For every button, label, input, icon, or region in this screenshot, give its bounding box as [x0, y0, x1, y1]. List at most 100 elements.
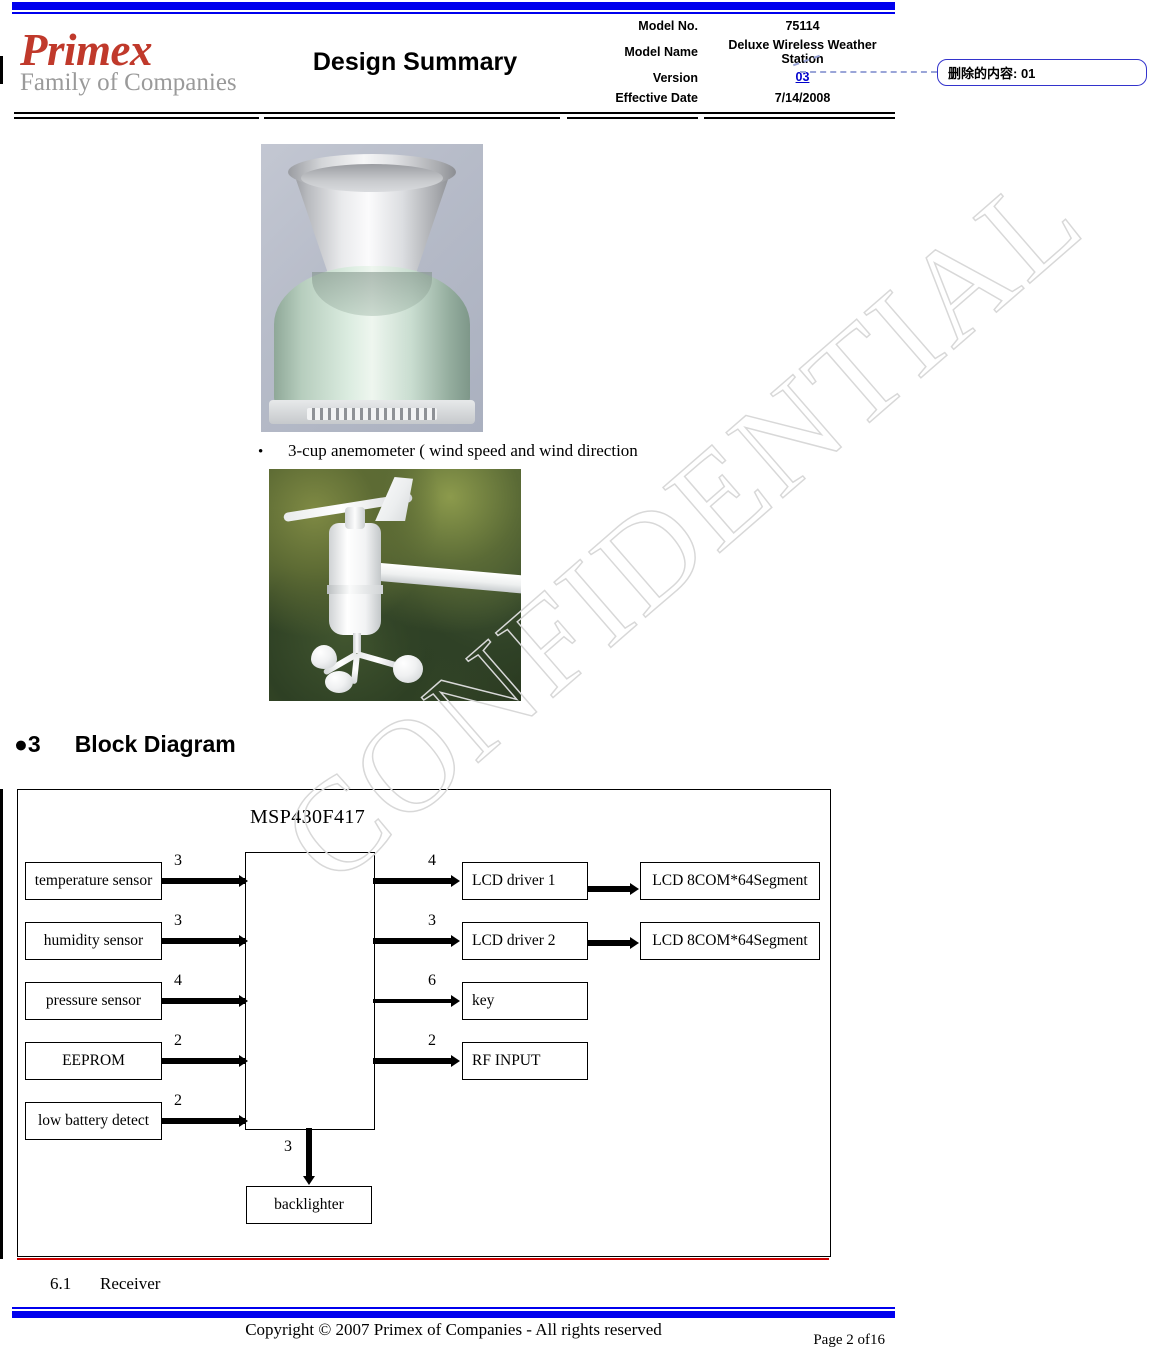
block-lcd-driver-2: LCD driver 2 [462, 922, 588, 960]
anemometer-photo-image [269, 469, 521, 701]
bus-width-lcd-driver-1: 4 [428, 852, 436, 869]
logo-tagline: Family of Companies [20, 68, 237, 96]
footer-accent-bar-thin [12, 1307, 895, 1309]
document-title-text: Design Summary [312, 47, 518, 76]
bus-width-rf-input: 2 [428, 1032, 436, 1049]
wire-mcu-to-backlighter [306, 1128, 312, 1180]
wire-low-battery-to-mcu [162, 1118, 245, 1124]
arrow-mcu-to-lcd-driver-1 [451, 875, 460, 887]
arrow-low-battery-to-mcu [239, 1115, 248, 1127]
rain-gauge-base [274, 266, 470, 412]
block-lcd-8com-64segment-1: LCD 8COM*64Segment [640, 862, 820, 900]
arrow-temperature-to-mcu [239, 875, 248, 887]
block-low-battery-detect-label: low battery detect [37, 1112, 150, 1129]
block-key-label: key [472, 992, 495, 1009]
wire-pressure-to-mcu [162, 998, 245, 1004]
block-temperature-sensor: temperature sensor [25, 862, 162, 900]
anemometer-bullet-item: • 3-cup anemometer ( wind speed and wind… [258, 441, 638, 461]
block-temperature-sensor-label: temperature sensor [34, 872, 153, 889]
block-rf-input-label: RF INPUT [472, 1052, 541, 1069]
arrow-mcu-to-rf-input [451, 1055, 460, 1067]
header-rule-segment-1 [14, 117, 259, 119]
footer-accent-bar [12, 1311, 895, 1318]
bullet-point-icon: • [258, 444, 264, 460]
meta-label-effective-date: Effective Date [615, 90, 698, 105]
block-lcd-8com-64segment-1-label: LCD 8COM*64Segment [652, 872, 808, 889]
change-bar-diagram [0, 789, 3, 1259]
header-rule-segment-2 [264, 117, 560, 119]
block-lcd-driver-1-label: LCD driver 1 [472, 872, 556, 889]
rain-gauge-base-notch [312, 272, 432, 316]
arrow-mcu-to-lcd-driver-2 [451, 935, 460, 947]
subsection-receiver: 6.1 Receiver [50, 1274, 160, 1294]
bus-width-lcd-driver-2: 3 [428, 912, 436, 929]
block-pressure-sensor: pressure sensor [25, 982, 162, 1020]
mcu-box [245, 852, 375, 1130]
anemometer-body [329, 523, 381, 635]
block-lcd-8com-64segment-2: LCD 8COM*64Segment [640, 922, 820, 960]
arrow-lcd-driver-2-to-display [630, 937, 639, 949]
rain-gauge-vents [307, 408, 437, 420]
header-rule-segment-4 [704, 117, 895, 119]
deleted-content-balloon[interactable]: 删除的内容: 01 [937, 59, 1147, 86]
section-number: ●3 [14, 731, 41, 757]
arrow-mcu-to-key [451, 995, 460, 1007]
bus-width-eeprom: 2 [174, 1032, 182, 1049]
block-low-battery-detect: low battery detect [25, 1102, 162, 1140]
change-bar-header [0, 56, 3, 84]
logo-primex-wordmark: Primex [20, 24, 152, 75]
anemometer-cup-right [393, 655, 423, 683]
rain-gauge-funnel-bowl [301, 164, 443, 192]
subsection-title: Receiver [100, 1274, 161, 1293]
deleted-content-text: 删除的内容: 01 [948, 66, 1036, 81]
rain-gauge-render-image [261, 144, 483, 432]
anemometer-spoke-1 [356, 651, 399, 669]
arrow-pressure-to-mcu [239, 995, 248, 1007]
section-heading-block-diagram: ●3 Block Diagram [14, 731, 236, 758]
block-eeprom-label: EEPROM [62, 1052, 125, 1069]
company-logo: Primex Family of Companies [12, 16, 260, 108]
anemometer-cup-left [311, 645, 337, 669]
block-humidity-sensor-label: humidity sensor [43, 932, 144, 949]
block-backlighter: backlighter [246, 1186, 372, 1224]
wire-humidity-to-mcu [162, 938, 245, 944]
section-title: Block Diagram [74, 731, 236, 757]
block-key: key [462, 982, 588, 1020]
block-lcd-8com-64segment-2-label: LCD 8COM*64Segment [652, 932, 808, 949]
block-lcd-driver-1: LCD driver 1 [462, 862, 588, 900]
block-backlighter-label: backlighter [274, 1196, 344, 1213]
arrow-eeprom-to-mcu [239, 1055, 248, 1067]
meta-value-effective-date: 7/14/2008 [774, 90, 831, 105]
meta-label-version: Version [652, 70, 698, 85]
bus-width-pressure: 4 [174, 972, 182, 989]
header-rule-top [14, 112, 895, 114]
wire-mcu-to-lcd-driver-2 [373, 938, 453, 944]
diagram-change-underline [17, 1258, 829, 1260]
header-accent-bar-thin [12, 12, 895, 14]
document-header: Primex Family of Companies Design Summar… [12, 16, 895, 108]
arrow-humidity-to-mcu [239, 935, 248, 947]
anemometer-mount-arm [372, 562, 521, 594]
wire-eeprom-to-mcu [162, 1058, 245, 1064]
bus-width-key: 6 [428, 972, 436, 989]
anemometer-cup-stem [353, 633, 361, 653]
header-accent-bar [12, 2, 895, 10]
meta-row-model-name: Model Name Deluxe Wireless Weather Stati… [570, 36, 895, 67]
arrow-mcu-to-backlighter [303, 1176, 315, 1185]
anemometer-vane-hub [345, 507, 365, 529]
arrow-lcd-driver-1-to-display [630, 883, 639, 895]
block-pressure-sensor-label: pressure sensor [45, 992, 142, 1009]
balloon-leader-line [800, 71, 937, 75]
block-rf-input: RF INPUT [462, 1042, 588, 1080]
meta-row-model-no: Model No. 75114 [570, 16, 895, 36]
block-diagram-figure: MSP430F417 temperature sensor humidity s… [17, 789, 831, 1257]
block-lcd-driver-2-label: LCD driver 2 [472, 932, 556, 949]
block-eeprom: EEPROM [25, 1042, 162, 1080]
header-meta-table: Model No. 75114 Model Name Deluxe Wirele… [570, 16, 895, 108]
block-humidity-sensor: humidity sensor [25, 922, 162, 960]
bus-width-backlighter: 3 [284, 1138, 292, 1155]
wire-mcu-to-key [373, 999, 453, 1003]
subsection-number: 6.1 [50, 1274, 72, 1293]
anemometer-body-band [327, 585, 383, 594]
header-rule-segment-3 [567, 117, 698, 119]
